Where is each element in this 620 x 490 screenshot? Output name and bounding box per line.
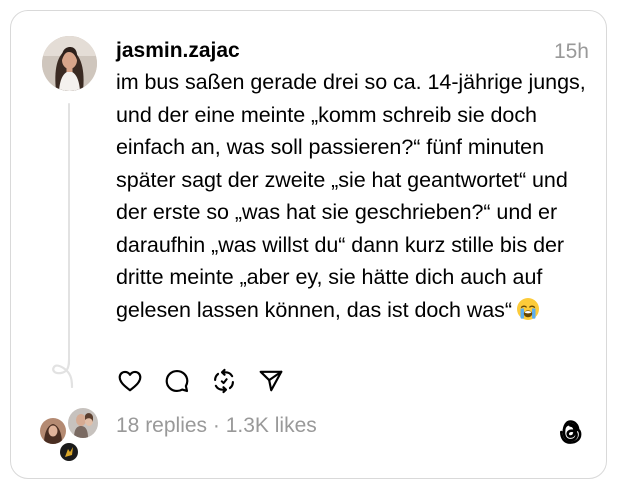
thread-loop-icon <box>52 358 74 388</box>
comment-icon <box>165 369 189 393</box>
replier-avatar-3 <box>58 441 80 463</box>
replier-photo <box>40 418 66 444</box>
like-button[interactable] <box>116 367 144 395</box>
username[interactable]: jasmin.zajac <box>116 38 240 64</box>
replier-avatar-2 <box>66 406 100 440</box>
stats-separator: · <box>207 414 226 437</box>
likes-count[interactable]: 1.3K likes <box>226 414 317 437</box>
avatar[interactable] <box>42 36 97 91</box>
heart-icon <box>118 370 142 392</box>
post-timestamp: 15h <box>553 40 589 63</box>
thread-line <box>68 103 70 365</box>
repost-button[interactable] <box>210 367 238 395</box>
share-button[interactable] <box>257 367 285 395</box>
post-body: im bus saßen gerade drei so ca. 14-jähri… <box>116 70 586 322</box>
action-bar <box>116 367 304 395</box>
replier-photo <box>60 443 78 461</box>
loudly-crying-face-icon <box>517 297 539 320</box>
repost-icon <box>214 368 234 394</box>
threads-logo-icon[interactable] <box>557 418 583 446</box>
post-stats: 18 replies · 1.3K likes <box>116 413 317 439</box>
replier-photo <box>68 408 98 438</box>
send-icon <box>259 370 283 392</box>
profile-photo <box>42 36 97 91</box>
reply-button[interactable] <box>163 367 191 395</box>
post-text: im bus saßen gerade drei so ca. 14-jähri… <box>116 66 591 326</box>
replies-count[interactable]: 18 replies <box>116 414 207 437</box>
